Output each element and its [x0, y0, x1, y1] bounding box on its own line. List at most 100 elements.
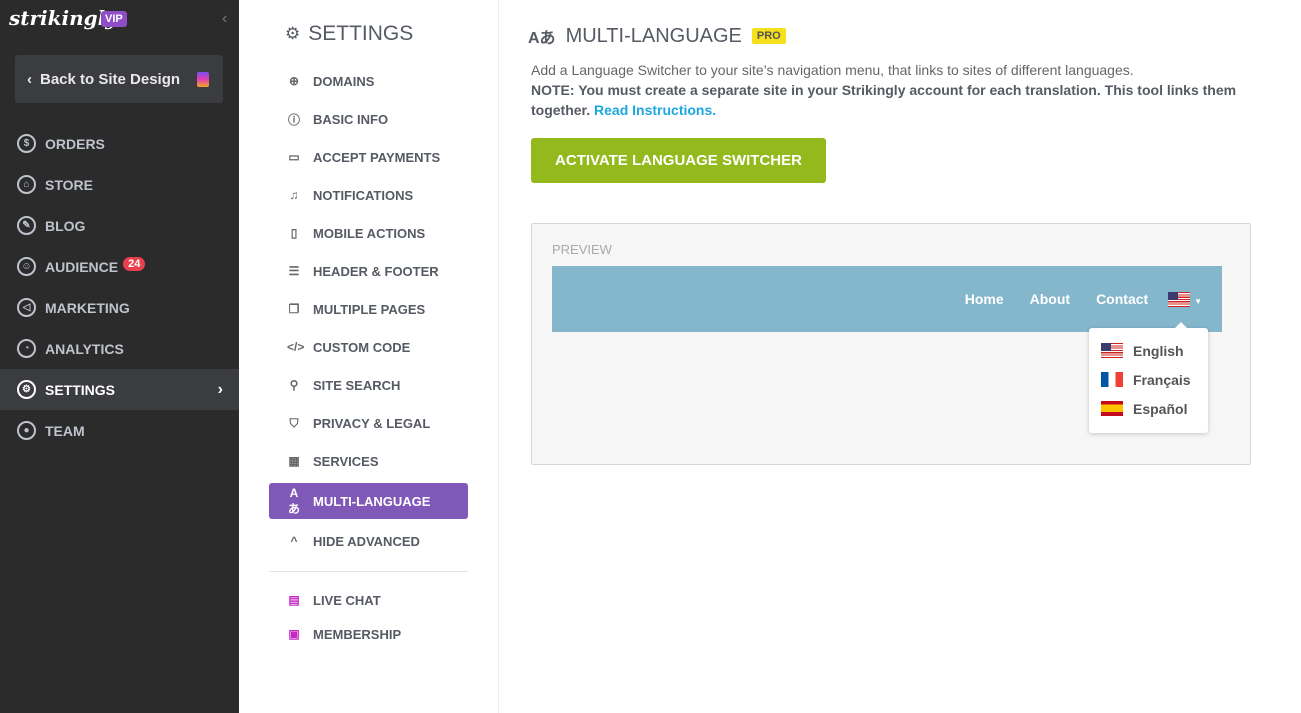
label: BASIC INFO — [313, 112, 388, 127]
gear-icon: ⚙ — [17, 380, 36, 399]
label: LIVE CHAT — [313, 593, 381, 608]
activate-language-switcher-button[interactable]: ACTIVATE LANGUAGE SWITCHER — [531, 138, 826, 183]
page-title: Aあ MULTI-LANGUAGE PRO — [528, 24, 786, 48]
label: MULTIPLE PAGES — [313, 302, 425, 317]
sidebar-item-store[interactable]: ⌂ STORE — [0, 164, 239, 205]
nav-home[interactable]: Home — [965, 291, 1004, 307]
sidebar-item-analytics[interactable]: ◔ ANALYTICS — [0, 328, 239, 369]
megaphone-icon: ◁ — [17, 298, 36, 317]
us-flag-icon — [1168, 292, 1190, 307]
label: BLOG — [45, 218, 85, 234]
team-avatar-icon: ● — [17, 421, 36, 440]
label: MARKETING — [45, 300, 130, 316]
label: DOMAINS — [313, 74, 374, 89]
read-instructions-link[interactable]: Read Instructions. — [594, 102, 716, 118]
settings-item-site-search[interactable]: ⚲ SITE SEARCH — [269, 367, 468, 403]
info-icon: ⓘ — [287, 111, 301, 128]
label: TEAM — [45, 423, 85, 439]
chat-icon: ▤ — [287, 593, 301, 607]
settings-item-custom-code[interactable]: </>CUSTOM CODE — [269, 329, 468, 365]
translate-icon: Aあ — [287, 486, 301, 517]
settings-item-notifications[interactable]: ♫NOTIFICATIONS — [269, 177, 468, 213]
translate-icon: Aあ — [528, 24, 556, 48]
store-icon: ⌂ — [17, 175, 36, 194]
sidebar-item-orders[interactable]: $ ORDERS — [0, 123, 239, 164]
label: NOTIFICATIONS — [313, 188, 413, 203]
collapse-sidebar-icon[interactable]: ‹ — [222, 10, 227, 28]
pro-badge: PRO — [752, 28, 786, 44]
label: AUDIENCE — [45, 259, 118, 275]
label: ORDERS — [45, 136, 105, 152]
card-icon: ▭ — [287, 150, 301, 164]
grid-icon: ▦ — [287, 454, 301, 468]
gear-icon: ⚙ — [285, 24, 300, 44]
label: HEADER & FOOTER — [313, 264, 439, 279]
title-text: MULTI-LANGUAGE — [566, 25, 742, 48]
chevron-right-icon: › — [218, 381, 223, 399]
settings-item-hide-advanced[interactable]: ^ HIDE ADVANCED — [269, 523, 468, 559]
nav-contact[interactable]: Contact — [1096, 291, 1148, 307]
france-flag-icon — [1101, 372, 1123, 387]
label: ACCEPT PAYMENTS — [313, 150, 440, 165]
label: SERVICES — [313, 454, 379, 469]
chevron-left-icon: ‹ — [27, 71, 32, 88]
label: Español — [1133, 401, 1187, 417]
description: Add a Language Switcher to your site’s n… — [531, 60, 1251, 120]
language-option-french[interactable]: Français — [1089, 365, 1208, 394]
vip-badge: VIP — [101, 11, 127, 27]
pages-icon: ❐ — [287, 302, 301, 316]
code-icon: </> — [287, 340, 301, 354]
label: English — [1133, 343, 1184, 359]
label: SITE SEARCH — [313, 378, 400, 393]
settings-item-header-footer[interactable]: ☰HEADER & FOOTER — [269, 253, 468, 289]
label: STORE — [45, 177, 93, 193]
sidebar-item-blog[interactable]: ✎ BLOG — [0, 205, 239, 246]
nav-about[interactable]: About — [1030, 291, 1070, 307]
settings-item-services[interactable]: ▦ SERVICES — [269, 443, 468, 479]
preview-box: PREVIEW Home About Contact ▼ English Fra… — [531, 223, 1251, 465]
dollar-icon: $ — [17, 134, 36, 153]
label: HIDE ADVANCED — [313, 534, 420, 549]
sidebar-item-marketing[interactable]: ◁ MARKETING — [0, 287, 239, 328]
quill-icon: ✎ — [17, 216, 36, 235]
settings-item-accept-payments[interactable]: ▭ ACCEPT PAYMENTS — [269, 139, 468, 175]
globe-icon: ⊕ — [287, 74, 301, 88]
label: ANALYTICS — [45, 341, 124, 357]
settings-item-multiple-pages[interactable]: ❐ MULTIPLE PAGES — [269, 291, 468, 327]
sidebar-item-team[interactable]: ● TEAM — [0, 410, 239, 451]
sidebar-item-audience[interactable]: ☺AUDIENCE24 — [0, 246, 239, 287]
notification-badge: 24 — [123, 257, 145, 271]
settings-item-multi-language[interactable]: AあMULTI-LANGUAGE — [269, 483, 468, 519]
back-label: Back to Site Design — [40, 71, 180, 88]
chevron-up-icon: ^ — [287, 534, 301, 548]
language-dropdown: English Français Español — [1089, 328, 1208, 433]
description-text: Add a Language Switcher to your site’s n… — [531, 62, 1134, 78]
pie-chart-icon: ◔ — [17, 339, 36, 358]
language-switcher[interactable]: ▼ — [1168, 291, 1202, 308]
settings-item-membership[interactable]: ▣ MEMBERSHIP — [269, 616, 468, 652]
member-card-icon: ▣ — [287, 627, 301, 641]
label: PRIVACY & LEGAL — [313, 416, 430, 431]
divider — [269, 571, 468, 572]
back-to-site-design-button[interactable]: ‹ Back to Site Design — [15, 55, 223, 103]
sidebar-item-settings[interactable]: ⚙ SETTINGS › — [0, 369, 239, 410]
settings-menu: ⚙SETTINGS ⊕ DOMAINS ⓘ BASIC INFO ▭ ACCEPT PAY… — [269, 0, 499, 713]
label: SETTINGS — [45, 382, 115, 398]
language-option-english[interactable]: English — [1089, 336, 1208, 365]
label: MEMBERSHIP — [313, 627, 401, 642]
settings-item-basic-info[interactable]: ⓘ BASIC INFO — [269, 101, 468, 137]
label: Français — [1133, 372, 1191, 388]
settings-heading: ⚙SETTINGS — [285, 22, 413, 46]
settings-item-privacy-legal[interactable]: ⛉PRIVACY & LEGAL — [269, 405, 468, 441]
settings-item-domains[interactable]: ⊕ DOMAINS — [269, 63, 468, 99]
settings-item-mobile-actions[interactable]: ▯MOBILE ACTIONS — [269, 215, 468, 251]
phone-icon: ▯ — [287, 226, 301, 240]
settings-item-live-chat[interactable]: ▤ LIVE CHAT — [269, 582, 468, 618]
preview-navbar: Home About Contact ▼ — [552, 266, 1222, 332]
search-icon: ⚲ — [287, 378, 301, 392]
preview-label: PREVIEW — [552, 242, 612, 257]
document-icon — [197, 72, 209, 87]
main-sidebar: strikingly VIP ‹ ‹ Back to Site Design $… — [0, 0, 239, 713]
spain-flag-icon — [1101, 401, 1123, 416]
language-option-spanish[interactable]: Español — [1089, 394, 1208, 423]
